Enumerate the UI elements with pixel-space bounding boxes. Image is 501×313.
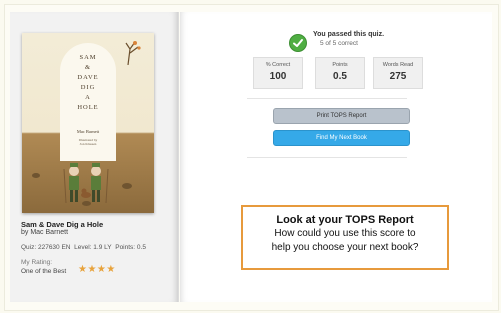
stat-label: Words Read [382,62,414,68]
stat-value: 0.5 [333,71,347,82]
book-cover: SAM & DAVE DIG A HOLE Mac Barnett Illust… [22,33,154,213]
cover-illustration [63,163,109,204]
book-level: Level: 1.9 LY [74,244,112,251]
rating-text: One of the Best [21,268,67,275]
callout-title: Look at your TOPS Report [276,214,414,226]
cover-title-line: DIG [80,84,96,91]
stat-value: 100 [269,71,287,82]
stat-label: Points [332,62,348,68]
print-tops-report-button[interactable]: Print TOPS Report [273,108,410,124]
cover-title-line: SAM [79,54,97,61]
stat-percent-correct: % Correct 100 [253,57,303,89]
book-points: Points: 0.5 [115,244,146,251]
cover-illustrator-name: Jon Klassen [79,142,97,146]
divider [247,98,407,99]
book-meta: Quiz: 227630 EN Level: 1.9 LY Points: 0.… [21,244,146,251]
book-author: by Mac Barnett [21,229,69,236]
stat-words-read: Words Read 275 [373,57,423,89]
cover-title-line: A [85,94,91,101]
cover-title-line: & [84,64,92,71]
stat-points: Points 0.5 [315,57,365,89]
book-title: Sam & Dave Dig a Hole [21,220,104,229]
quiz-number: Quiz: 227630 EN [21,244,71,251]
tops-callout: Look at your TOPS Report How could you u… [241,205,449,270]
rating-label: My Rating: [21,259,53,266]
callout-body-line: How could you use this score to [274,228,416,239]
cover-author: Mac Barnett [76,129,100,134]
find-next-book-button[interactable]: Find My Next Book [273,130,410,146]
rating-stars: ★★★★ [78,264,116,275]
divider [247,157,407,158]
cover-title-line: DAVE [77,74,99,81]
stat-label: % Correct [265,62,291,68]
app-frame: SAM & DAVE DIG A HOLE Mac Barnett Illust… [0,0,501,313]
stat-value: 275 [389,71,407,82]
cover-title-line: HOLE [77,104,99,111]
check-icon [289,34,307,52]
callout-body-line: help you choose your next book? [271,242,419,253]
pass-subtitle: 5 of 5 correct [320,40,358,47]
cover-illustrator: Illustrated by Jon Klassen [22,138,154,146]
cover-title: SAM & DAVE DIG A HOLE [22,53,154,113]
pass-title: You passed this quiz. [313,31,385,38]
